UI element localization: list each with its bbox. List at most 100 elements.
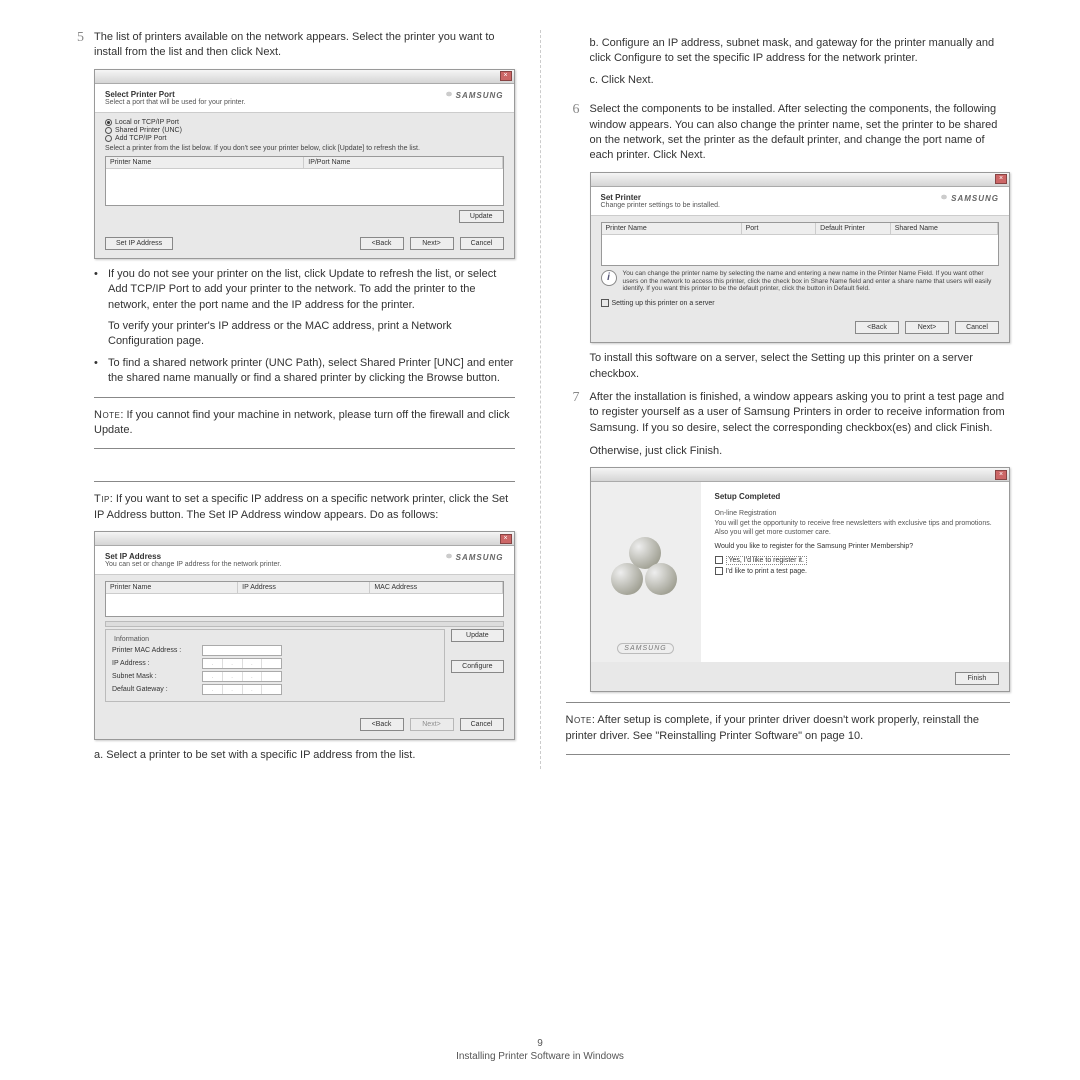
note-firewall: : If you cannot find your machine in net… — [94, 409, 510, 436]
substep-c: c. Click Next. — [590, 73, 1011, 88]
column-divider — [540, 30, 541, 769]
col-ip-address: IP Address — [238, 582, 370, 593]
cancel-button[interactable]: Cancel — [460, 718, 504, 731]
divider — [566, 702, 1011, 703]
online-reg-heading: On-line Registration — [715, 510, 777, 517]
tip-setip: : If you want to set a specific IP addre… — [94, 493, 508, 520]
finish-button[interactable]: Finish — [955, 672, 999, 685]
select-printer-port-dialog: × Select Printer Port Select a port that… — [94, 69, 515, 259]
testpage-label: I'd like to print a test page. — [726, 568, 808, 575]
setup-image: SAMSUNG — [591, 482, 701, 662]
dialog-subtitle: You can set or change IP address for the… — [105, 561, 281, 568]
col-ip-port: IP/Port Name — [304, 157, 502, 168]
printer-list-instruction: Select a printer from the list below. If… — [105, 145, 504, 152]
gateway-label: Default Gateway : — [112, 686, 202, 693]
step-6-number: 6 — [566, 102, 590, 164]
col-port: Port — [742, 223, 817, 234]
page-number: 9 — [0, 1038, 1080, 1049]
cancel-button[interactable]: Cancel — [955, 321, 999, 334]
mask-label: Subnet Mask : — [112, 673, 202, 680]
printer-settings-list[interactable]: Printer Name Port Default Printer Shared… — [601, 222, 1000, 266]
bullet-update-text: If you do not see your printer on the li… — [108, 267, 515, 313]
back-button[interactable]: <Back — [855, 321, 899, 334]
close-icon[interactable]: × — [995, 470, 1007, 480]
page-footer: 9 Installing Printer Software in Windows — [0, 1038, 1080, 1062]
divider — [94, 481, 515, 482]
back-button[interactable]: <Back — [360, 237, 404, 250]
col-printer-name: Printer Name — [602, 223, 742, 234]
next-button[interactable]: Next> — [410, 237, 454, 250]
divider — [94, 397, 515, 398]
testpage-checkbox[interactable] — [715, 567, 723, 575]
bullet-icon: • — [94, 356, 108, 387]
substep-b: b. Configure an IP address, subnet mask,… — [590, 36, 1011, 67]
note-reinstall: : After setup is complete, if your print… — [566, 714, 979, 741]
update-button[interactable]: Update — [451, 629, 503, 642]
printer-list[interactable]: Printer Name IP/Port Name — [105, 156, 504, 206]
note-label: Note — [94, 409, 120, 421]
info-text: You can change the printer name by selec… — [623, 270, 1000, 293]
radio-add-tcpip[interactable]: Add TCP/IP Port — [105, 135, 504, 142]
dialog-subtitle: Select a port that will be used for your… — [105, 99, 245, 106]
col-printer-name: Printer Name — [106, 157, 304, 168]
otherwise-text: Otherwise, just click Finish. — [590, 444, 1011, 459]
orb-icon — [645, 563, 677, 595]
radio-local-tcpip[interactable]: Local or TCP/IP Port — [105, 119, 504, 126]
setup-completed-dialog: × SAMSUNG Setup Completed On-line Regist… — [590, 467, 1011, 692]
divider — [566, 754, 1011, 755]
gateway-field[interactable]: ... — [202, 684, 282, 695]
next-button[interactable]: Next> — [905, 321, 949, 334]
setup-completed-heading: Setup Completed — [715, 492, 996, 501]
brand-logo: SAMSUNG — [617, 643, 673, 654]
ip-label: IP Address : — [112, 660, 202, 667]
dialog-subtitle: Change printer settings to be installed. — [601, 202, 720, 209]
printer-ip-list[interactable]: Printer Name IP Address MAC Address — [105, 581, 504, 617]
set-ip-button[interactable]: Set IP Address — [105, 237, 173, 250]
set-printer-dialog: × Set Printer Change printer settings to… — [590, 172, 1011, 343]
cancel-button[interactable]: Cancel — [460, 237, 504, 250]
step-7-text: After the installation is finished, a wi… — [590, 390, 1011, 436]
bullet-unc-text: To find a shared network printer (UNC Pa… — [108, 356, 515, 387]
orb-icon — [611, 563, 643, 595]
step-5-number: 5 — [70, 30, 94, 61]
server-checkbox[interactable] — [601, 299, 609, 307]
note-label: Note — [566, 714, 592, 726]
close-icon[interactable]: × — [995, 174, 1007, 184]
substep-a: a. Select a printer to be set with a spe… — [94, 748, 515, 763]
server-checkbox-label: Setting up this printer on a server — [612, 300, 715, 307]
mask-field[interactable]: ... — [202, 671, 282, 682]
tip-label: Tip — [94, 493, 110, 505]
set-ip-address-dialog: × Set IP Address You can set or change I… — [94, 531, 515, 740]
next-button: Next> — [410, 718, 454, 731]
col-printer-name: Printer Name — [106, 582, 238, 593]
dialog-title: Set IP Address — [105, 552, 281, 561]
back-button[interactable]: <Back — [360, 718, 404, 731]
mac-label: Printer MAC Address : — [112, 647, 202, 654]
step-5-text: The list of printers available on the ne… — [94, 30, 515, 61]
bullet-icon: • — [94, 267, 108, 313]
dialog-title: Select Printer Port — [105, 90, 245, 99]
radio-shared-unc[interactable]: Shared Printer (UNC) — [105, 127, 504, 134]
section-title: Installing Printer Software in Windows — [0, 1051, 1080, 1062]
register-label: Yes, I'd like to register it. — [726, 556, 807, 565]
close-icon[interactable]: × — [500, 71, 512, 81]
online-reg-text: You will get the opportunity to receive … — [715, 519, 996, 537]
step-6-text: Select the components to be installed. A… — [590, 102, 1011, 164]
step-7-number: 7 — [566, 390, 590, 436]
ip-field[interactable]: ... — [202, 658, 282, 669]
mac-field[interactable] — [202, 645, 282, 656]
register-question: Would you like to register for the Samsu… — [715, 543, 996, 550]
information-legend: Information — [112, 636, 151, 643]
register-checkbox[interactable] — [715, 556, 723, 564]
divider — [94, 448, 515, 449]
col-default: Default Printer — [816, 223, 891, 234]
close-icon[interactable]: × — [500, 534, 512, 544]
brand-logo: SAMSUNG — [444, 90, 504, 100]
info-icon: i — [601, 270, 617, 286]
brand-logo: SAMSUNG — [939, 193, 999, 203]
verify-ip-text: To verify your printer's IP address or t… — [108, 319, 515, 350]
install-server-text: To install this software on a server, se… — [590, 351, 1011, 382]
update-button[interactable]: Update — [459, 210, 504, 223]
dialog-title: Set Printer — [601, 193, 720, 202]
configure-button[interactable]: Configure — [451, 660, 503, 673]
